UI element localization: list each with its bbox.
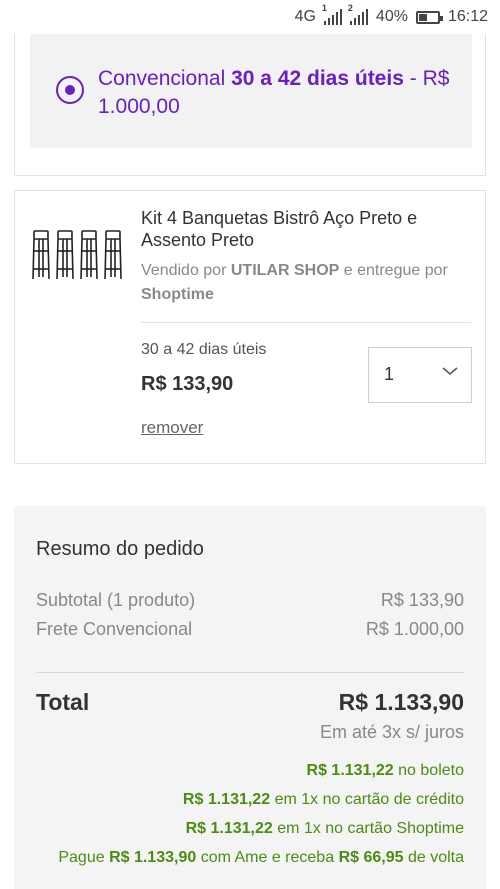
subtotal-value: R$ 133,90 xyxy=(380,590,464,610)
shipping-option-text: Convencional 30 a 42 dias úteis - R$ 1.0… xyxy=(98,65,458,121)
signal-sim1-icon: 1 xyxy=(322,3,342,25)
shoptime-suffix: em 1x no cartão Shoptime xyxy=(277,820,464,837)
subtotal-row: Subtotal (1 produto) R$ 133,90 xyxy=(36,590,464,611)
signal-sim2-icon: 2 xyxy=(348,3,368,25)
shipping-card: Convencional 30 a 42 dias úteis - R$ 1.0… xyxy=(14,34,486,176)
summary-divider xyxy=(36,672,464,673)
shipping-option-convencional[interactable]: Convencional 30 a 42 dias úteis - R$ 1.0… xyxy=(30,34,472,148)
summary-title: Resumo do pedido xyxy=(36,538,204,560)
ame-cashback: Pague R$ 1.133,90 com Ame e receba R$ 66… xyxy=(58,849,464,867)
product-title[interactable]: Kit 4 Banquetas Bistrô Aço Preto e Assen… xyxy=(141,207,471,251)
order-summary: Resumo do pedido Subtotal (1 produto) R$… xyxy=(14,506,486,889)
seller-info: Vendido por UTILAR SHOP e entregue por S… xyxy=(141,259,471,307)
shipping-label: Frete Convencional xyxy=(36,619,193,639)
subtotal-label: Subtotal (1 produto) xyxy=(36,590,196,610)
shoptime-card-price: R$ 1.131,22 em 1x no cartão Shoptime xyxy=(186,820,464,838)
sold-by-prefix: Vendido por xyxy=(141,262,227,279)
ame-suffix: de volta xyxy=(407,849,464,866)
radio-selected-icon[interactable] xyxy=(56,76,84,104)
credit-value: R$ 1.131,22 xyxy=(182,791,271,808)
clock: 16:12 xyxy=(447,8,488,25)
sim1-label: 1 xyxy=(321,3,327,13)
chevron-down-icon xyxy=(442,367,458,376)
network-type: 4G xyxy=(294,8,316,25)
shipping-name: Convencional xyxy=(98,67,226,90)
divider xyxy=(141,322,471,323)
boleto-value: R$ 1.131,22 xyxy=(306,762,394,779)
shipping-separator: - xyxy=(409,67,417,90)
product-card: Kit 4 Banquetas Bistrô Aço Preto e Assen… xyxy=(14,190,486,464)
delivered-by-name: Shoptime xyxy=(141,286,214,303)
ame-value: R$ 1.133,90 xyxy=(109,849,197,866)
quantity-value: 1 xyxy=(384,364,395,384)
installments-text: Em até 3x s/ juros xyxy=(319,722,464,742)
ame-cashback-value: R$ 66,95 xyxy=(338,849,404,866)
shipping-deadline: 30 a 42 dias úteis xyxy=(231,67,404,90)
product-price: R$ 133,90 xyxy=(141,373,234,395)
boleto-suffix: no boleto xyxy=(398,762,464,779)
ame-prefix: Pague xyxy=(58,849,105,866)
total-label: Total xyxy=(36,689,90,715)
total-value: R$ 1.133,90 xyxy=(338,689,464,715)
battery-icon xyxy=(415,10,443,24)
boleto-price: R$ 1.131,22 no boleto xyxy=(307,762,464,780)
battery-percent: 40% xyxy=(375,8,408,25)
status-bar: 4G 1 2 40% 16:12 xyxy=(0,0,500,34)
credit-card-price: R$ 1.131,22 em 1x no cartão de crédito xyxy=(183,791,464,809)
remove-link[interactable]: remover xyxy=(141,418,203,438)
shipping-value: R$ 1.000,00 xyxy=(365,619,464,639)
ame-middle: com Ame e receba xyxy=(200,849,335,866)
delivered-by-prefix: e entregue por xyxy=(343,262,448,279)
quantity-select[interactable]: 1 xyxy=(368,347,472,403)
seller-name: UTILAR SHOP xyxy=(230,262,340,279)
sim2-label: 2 xyxy=(347,3,353,13)
shoptime-value: R$ 1.131,22 xyxy=(185,820,273,837)
shipping-row: Frete Convencional R$ 1.000,00 xyxy=(36,619,464,640)
bar-stools-icon xyxy=(32,230,122,280)
credit-suffix: em 1x no cartão de crédito xyxy=(274,791,464,808)
product-deadline: 30 a 42 dias úteis xyxy=(141,341,267,358)
